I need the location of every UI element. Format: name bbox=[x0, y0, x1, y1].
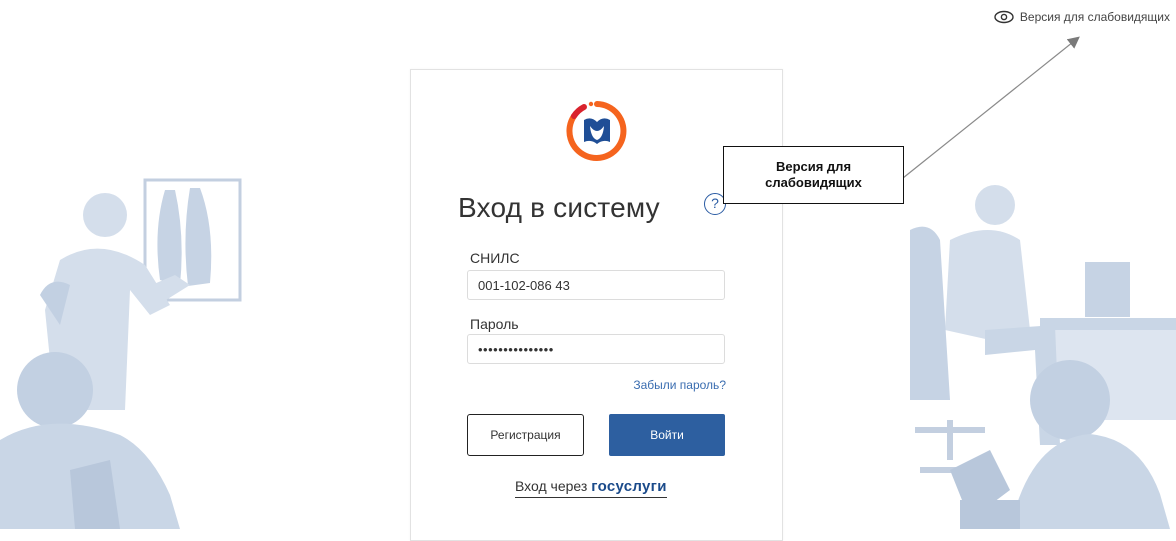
annotation-callout: Версия для слабовидящих bbox=[723, 146, 904, 204]
password-label: Пароль bbox=[470, 316, 519, 332]
login-card: Вход в систему ? СНИЛС Пароль Забыли пар… bbox=[410, 69, 783, 541]
annotation-line-2: слабовидящих bbox=[765, 175, 862, 190]
gosuslugi-brand: госуслуги bbox=[591, 478, 667, 495]
accessibility-version-label: Версия для слабовидящих bbox=[1019, 10, 1170, 24]
background-illustration-left bbox=[0, 178, 242, 529]
password-input[interactable] bbox=[467, 334, 725, 364]
forgot-password-link[interactable]: Забыли пароль? bbox=[633, 378, 726, 392]
gosuslugi-prefix: Вход через bbox=[515, 478, 588, 494]
logo-icon bbox=[566, 101, 627, 161]
snils-label: СНИЛС bbox=[470, 250, 520, 266]
snils-input[interactable] bbox=[467, 270, 725, 300]
eye-icon bbox=[994, 10, 1014, 24]
login-button[interactable]: Войти bbox=[609, 414, 725, 456]
page-title: Вход в систему bbox=[458, 192, 660, 223]
register-button[interactable]: Регистрация bbox=[467, 414, 584, 456]
gosuslugi-login-link[interactable]: Вход через госуслуги bbox=[515, 478, 667, 498]
background-illustration-right bbox=[910, 185, 1176, 529]
annotation-line-1: Версия для bbox=[775, 159, 852, 174]
accessibility-version-link[interactable]: Версия для слабовидящих bbox=[994, 10, 1170, 24]
